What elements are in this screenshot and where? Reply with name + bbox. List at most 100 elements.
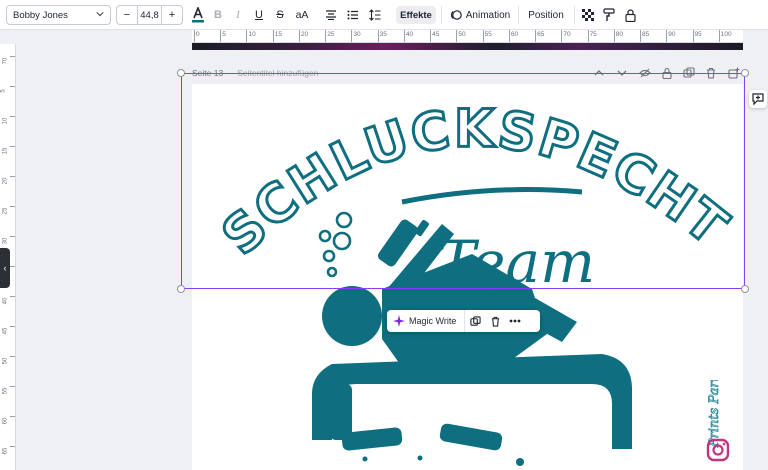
underline-button[interactable]: U [251,0,267,30]
lock-icon [624,8,636,22]
resize-handle-bottom-right[interactable] [741,285,749,293]
ruler-tick [482,30,484,42]
ruler-label: 25 [327,31,335,38]
ruler-tick [613,30,615,42]
ruler-label: 55 [484,31,492,38]
ruler-label: 75 [589,31,597,38]
align-center-icon [326,10,336,20]
magic-write-label: Magic Write [409,316,457,326]
ruler-label: 45 [2,327,9,335]
ruler-tick [10,116,15,117]
strikethrough-button[interactable]: S [272,0,288,30]
ruler-tick [246,30,248,42]
italic-button[interactable]: I [230,0,246,30]
ruler-tick [10,416,15,417]
toolbar-divider [574,6,575,24]
paint-roller-icon [603,8,615,21]
ruler-tick [640,30,642,42]
duplicate-button[interactable] [465,310,485,332]
ruler-tick [10,296,15,297]
animation-icon [450,10,462,20]
sparkle-icon [393,315,405,327]
animation-label: Animation [465,9,511,21]
duplicate-icon [470,315,481,326]
ruler-label: 60 [2,417,9,425]
ruler-label: 30 [353,31,361,38]
decrease-font-size-button[interactable]: − [117,6,137,24]
text-color-button[interactable] [188,0,208,30]
font-family-value: Bobby Jones [13,9,68,21]
comment-plus-icon [752,93,764,106]
ruler-tick [456,30,458,42]
font-family-select[interactable]: Bobby Jones [6,5,111,25]
ruler-label: 85 [642,31,650,38]
more-options-button[interactable] [505,310,525,332]
ruler-tick [10,206,15,207]
resize-handle-top-left[interactable] [177,69,185,77]
ruler-tick [194,30,195,42]
ruler-label: 50 [2,357,9,365]
toolbar-divider [441,6,442,24]
ruler-label: 70 [2,57,9,65]
delete-button[interactable] [485,310,505,332]
ruler-tick [10,446,15,447]
selection-frame[interactable] [181,73,745,289]
underline-icon: U [255,9,263,21]
font-size-stepper[interactable]: − 44,8 + [116,5,183,25]
transparency-button[interactable] [580,0,596,30]
ruler-tick [325,30,327,42]
magic-write-button[interactable]: Magic Write [387,310,466,332]
collapse-panel-handle[interactable]: ‹ [0,248,10,288]
align-button[interactable] [322,0,340,30]
animation-button[interactable]: Animation [448,0,512,30]
trash-icon [491,316,500,327]
transparency-icon [582,9,594,21]
effects-button[interactable]: Effekte [396,6,436,24]
ruler-label: 45 [432,31,440,38]
text-color-icon [192,7,204,23]
ruler-label: 20 [2,177,9,185]
ruler-label: 80 [615,31,624,38]
ruler-tick [508,30,510,42]
ruler-label: 40 [405,31,414,38]
position-button[interactable]: Position [524,0,568,30]
ruler-label: 40 [2,297,9,305]
ruler-tick [10,356,15,357]
ruler-tick [220,30,222,42]
ruler-tick [351,30,353,42]
italic-icon: I [236,9,240,21]
more-dots-icon [509,319,521,323]
line-spacing-icon [369,9,381,21]
brand-watermark: Prints Party [701,368,735,464]
ruler-label: 20 [300,31,309,38]
letter-case-button[interactable]: aA [292,0,312,30]
resize-handle-top-right[interactable] [741,69,749,77]
ruler-label: 60 [510,31,519,38]
toolbar-divider [518,6,519,24]
spacing-button[interactable] [366,0,384,30]
ruler-tick [587,30,589,42]
ruler-tick [10,86,15,87]
ruler-tick [10,56,15,57]
ruler-tick [10,386,15,387]
lock-button[interactable] [622,0,638,30]
copy-style-button[interactable] [601,0,617,30]
font-size-input[interactable]: 44,8 [137,6,162,24]
ruler-label: 0 [196,31,200,38]
list-button[interactable] [344,0,362,30]
ruler-tick [535,30,537,42]
ruler-tick [10,266,15,267]
horizontal-ruler: 0 5 10 15 20 25 30 35 40 45 50 55 60 65 70 75 80 85 90 95 10… [192,30,743,43]
increase-font-size-button[interactable]: + [162,6,182,24]
ruler-label: 65 [537,31,545,38]
ruler-label: 90 [668,31,676,38]
ruler-tick [718,30,720,42]
ruler-label: 35 [379,31,387,38]
ruler-label: 100 [720,31,732,38]
ruler-tick [272,30,274,42]
add-comment-button[interactable] [749,90,767,108]
ruler-label: 95 [694,31,702,38]
ruler-tick [430,30,432,42]
resize-handle-bottom-left[interactable] [177,285,185,293]
bold-button[interactable]: B [210,0,226,30]
